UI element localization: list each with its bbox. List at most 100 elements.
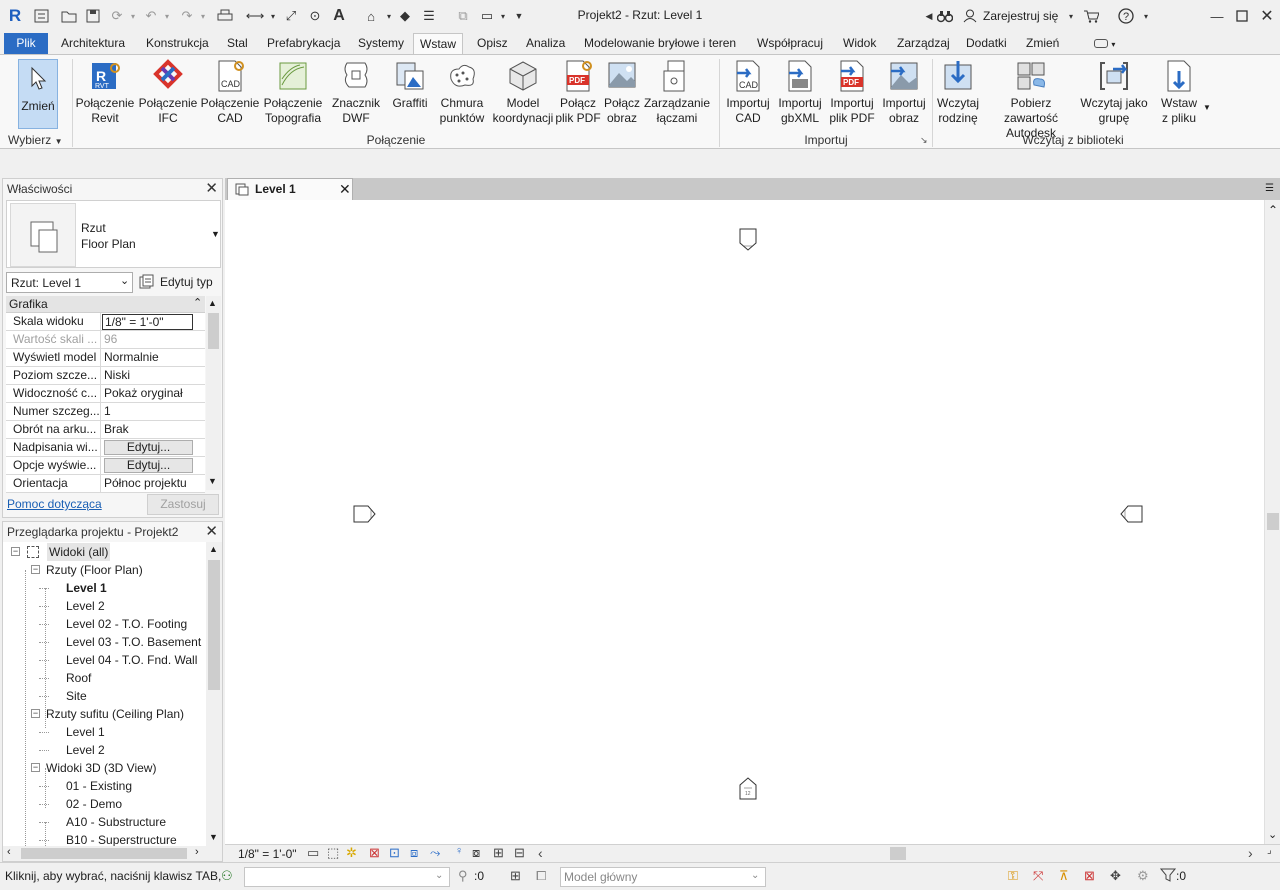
section-icon[interactable]: ◆ bbox=[396, 7, 414, 25]
measure-dropdown-icon[interactable]: ▾ bbox=[264, 7, 282, 25]
property-value[interactable]: Pokaż oryginał bbox=[101, 385, 205, 402]
undo-dropdown-icon[interactable]: ▾ bbox=[158, 7, 176, 25]
view-tab-level1[interactable]: Level 1 ✕ bbox=[227, 178, 353, 200]
properties-close-icon[interactable]: ✕ bbox=[205, 179, 218, 199]
tab-collaborate[interactable]: Współpracuj bbox=[751, 33, 829, 55]
insert-from-file-dropdown-icon[interactable]: ▼ bbox=[1203, 103, 1211, 112]
browser-view-item[interactable]: Level 2 bbox=[66, 597, 105, 615]
browser-category[interactable]: Rzuty sufitu (Ceiling Plan) bbox=[46, 705, 184, 723]
browser-category[interactable]: Widoki (all) bbox=[47, 543, 111, 561]
background-processes-icon[interactable]: ⚙ bbox=[1137, 868, 1149, 884]
temporary-hide-icon[interactable]: ♀ bbox=[455, 845, 463, 857]
tab-view[interactable]: Widok bbox=[837, 33, 882, 55]
properties-help-link[interactable]: Pomoc dotycząca bbox=[7, 497, 102, 511]
browser-view-item[interactable]: Level 03 - T.O. Basement bbox=[66, 633, 201, 651]
reveal-hidden-icon[interactable]: ⧇ bbox=[472, 845, 480, 861]
property-row[interactable]: Widoczność c... Pokaż oryginał bbox=[6, 385, 205, 403]
browser-close-icon[interactable]: ✕ bbox=[205, 522, 218, 542]
property-row[interactable]: Opcje wyświe... Edytuj... bbox=[6, 457, 205, 475]
tree-collapse-toggle[interactable]: − bbox=[11, 547, 20, 556]
drawing-canvas[interactable]: 12 bbox=[225, 200, 1264, 844]
insert-from-file-button[interactable]: Wstaw z pliku bbox=[1148, 59, 1210, 131]
unlock-3d-icon[interactable]: ⤳ bbox=[430, 845, 440, 861]
main-model-icon[interactable]: ⧠ bbox=[536, 868, 546, 884]
scroll-right-icon[interactable]: › bbox=[1248, 845, 1253, 861]
browser-view-item[interactable]: Level 1 bbox=[66, 723, 105, 741]
tree-collapse-toggle[interactable]: − bbox=[31, 709, 40, 718]
property-row[interactable]: Numer szczeg... 1 bbox=[6, 403, 205, 421]
tab-analyze[interactable]: Analiza bbox=[520, 33, 571, 55]
tab-file[interactable]: Plik bbox=[4, 33, 48, 55]
property-value[interactable]: 1/8" = 1'-0" bbox=[101, 313, 205, 330]
import-gbxml-button[interactable]: Importuj gbXML bbox=[774, 59, 826, 131]
design-options-icon[interactable]: ⊞ bbox=[510, 868, 521, 884]
properties-scrollbar[interactable]: ▲ ▼ bbox=[206, 296, 221, 490]
print-icon[interactable] bbox=[216, 7, 234, 25]
visual-style-icon[interactable]: ⬚ bbox=[327, 845, 339, 861]
redo-dropdown-icon[interactable]: ▾ bbox=[194, 7, 212, 25]
elevation-marker-west[interactable] bbox=[353, 505, 377, 523]
revit-link-button[interactable]: R RVT Połączenie Revit bbox=[73, 59, 137, 131]
tab-modify[interactable]: Zmień bbox=[1020, 33, 1065, 55]
import-pdf-button[interactable]: PDF Importuj plik PDF bbox=[826, 59, 878, 131]
browser-view-item[interactable]: Level 02 - T.O. Footing bbox=[66, 615, 187, 633]
tab-insert[interactable]: Wstaw bbox=[413, 33, 463, 55]
scroll-thumb[interactable] bbox=[208, 560, 220, 690]
temporary-properties-icon[interactable]: ⊞ bbox=[493, 845, 504, 861]
crop-view-icon[interactable]: ⊡ bbox=[389, 845, 400, 861]
canvas-hscroll-thumb[interactable] bbox=[890, 847, 906, 860]
browser-category[interactable]: Rzuty (Floor Plan) bbox=[46, 561, 143, 579]
customize-toolbar-icon[interactable]: ▼ bbox=[510, 7, 528, 25]
thin-lines-icon[interactable]: ☰ bbox=[420, 7, 438, 25]
workset-icon[interactable]: ⚇ bbox=[221, 868, 233, 884]
close-icon[interactable]: ✕ bbox=[1258, 7, 1276, 25]
load-family-button[interactable]: Wczytaj rodzinę bbox=[934, 59, 982, 131]
property-row[interactable]: Poziom szcze... Niski bbox=[6, 367, 205, 385]
autodesk-content-button[interactable]: Pobierz zawartość Autodesk bbox=[982, 59, 1080, 140]
tab-steel[interactable]: Stal bbox=[221, 33, 254, 55]
tab-structure[interactable]: Konstrukcja bbox=[140, 33, 215, 55]
property-edit-button[interactable]: Edytuj... bbox=[104, 440, 193, 455]
save-icon[interactable] bbox=[84, 7, 102, 25]
load-as-group-button[interactable]: Wczytaj jako grupę bbox=[1080, 59, 1148, 131]
select-by-face-icon[interactable]: ⊠ bbox=[1084, 868, 1095, 884]
property-value[interactable]: Niski bbox=[101, 367, 205, 384]
dwf-markup-button[interactable]: Znacznik DWF bbox=[325, 59, 387, 131]
property-value[interactable]: Edytuj... bbox=[101, 439, 205, 456]
coordination-model-button[interactable]: Model koordynacji bbox=[491, 59, 555, 131]
minimize-icon[interactable]: — bbox=[1208, 7, 1226, 25]
property-input[interactable]: 1/8" = 1'-0" bbox=[102, 314, 193, 330]
scroll-thumb[interactable] bbox=[1267, 513, 1279, 530]
import-cad-button[interactable]: CAD Importuj CAD bbox=[722, 59, 774, 131]
select-panel-dropdown[interactable]: Wybierz ▼ bbox=[8, 132, 63, 148]
design-option-select[interactable]: Model główny ⌄ bbox=[560, 867, 766, 887]
cart-icon[interactable] bbox=[1082, 7, 1100, 25]
property-value[interactable]: Normalnie bbox=[101, 349, 205, 366]
topography-link-button[interactable]: Połączenie Topografia bbox=[261, 59, 325, 131]
browser-view-item[interactable]: Level 04 - T.O. Fnd. Wall bbox=[66, 651, 197, 669]
modify-button[interactable]: Zmień bbox=[18, 59, 58, 129]
browser-category[interactable]: Widoki 3D (3D View) bbox=[46, 759, 156, 777]
elevation-marker-south[interactable]: 12 bbox=[739, 776, 757, 800]
aligned-dimension-icon[interactable]: ⤢ bbox=[282, 7, 300, 25]
help-dropdown-icon[interactable]: ▾ bbox=[1137, 7, 1155, 25]
scroll-left-icon[interactable]: ‹ bbox=[538, 845, 543, 861]
apply-button[interactable]: Zastosuj bbox=[147, 494, 219, 515]
property-value[interactable]: Północ projektu bbox=[101, 475, 205, 492]
scroll-thumb[interactable] bbox=[21, 848, 187, 859]
detail-level-icon[interactable]: ▭ bbox=[307, 845, 319, 861]
editing-requests-icon[interactable]: ⚲ bbox=[458, 868, 468, 884]
type-selector[interactable]: Rzut Floor Plan ▼ bbox=[6, 200, 221, 268]
select-underlay-icon[interactable]: ⤧ bbox=[1033, 868, 1043, 884]
view-tabs-menu-icon[interactable]: ☰ bbox=[1265, 183, 1274, 194]
canvas-vscrollbar[interactable]: ⌃ ⌄ bbox=[1264, 200, 1280, 844]
tab-annotate[interactable]: Opisz bbox=[471, 33, 514, 55]
text-icon[interactable]: A bbox=[330, 7, 348, 25]
open-icon[interactable] bbox=[60, 7, 78, 25]
show-analytical-icon[interactable]: ⊟ bbox=[514, 845, 525, 861]
instance-filter-select[interactable]: Rzut: Level 1 ⌄ bbox=[6, 272, 133, 293]
tag-icon[interactable]: ⊙ bbox=[306, 7, 324, 25]
browser-view-item[interactable]: Level 2 bbox=[66, 741, 105, 759]
elevation-marker-north[interactable] bbox=[739, 228, 757, 252]
property-value[interactable]: 1 bbox=[101, 403, 205, 420]
